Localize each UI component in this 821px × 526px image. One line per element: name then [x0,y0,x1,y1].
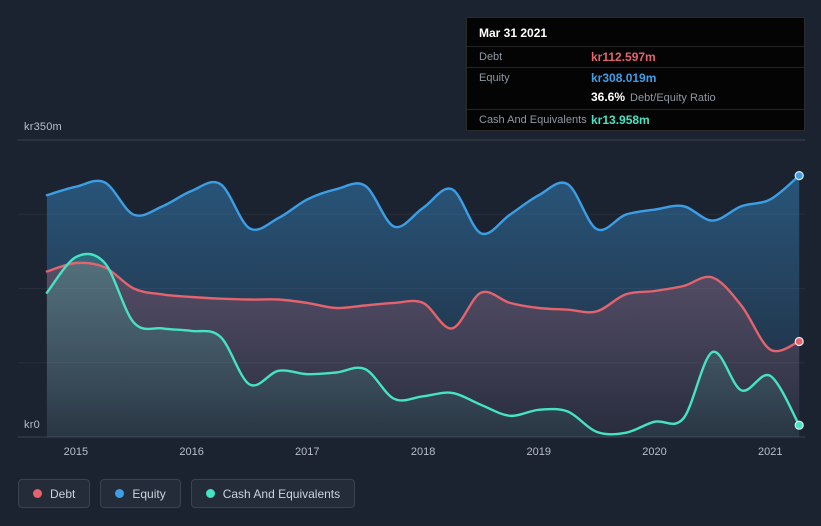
legend-cash-label: Cash And Equivalents [222,486,341,501]
debt-end-marker [794,336,804,347]
tooltip-row-ratio: 36.6% Debt/Equity Ratio [467,88,804,109]
tooltip-equity-value: kr308.019m [591,71,657,85]
legend-item-debt[interactable]: Debt [18,479,91,508]
tooltip-row-equity: Equity kr308.019m [467,67,804,88]
x-tick-2015: 2015 [63,446,89,458]
tooltip-row-cash: Cash And Equivalents kr13.958m [467,109,804,130]
x-tick-2019: 2019 [526,446,552,458]
equity-end-marker [794,170,804,181]
legend: Debt Equity Cash And Equivalents [18,479,356,508]
x-tick-2016: 2016 [179,446,204,458]
x-tick-2018: 2018 [410,446,436,458]
cash-legend-dot-icon [205,489,215,498]
legend-debt-label: Debt [50,486,76,501]
tooltip-date: Mar 31 2021 [479,26,548,40]
x-axis: 2015 2016 2017 2018 2019 2020 2021 [18,446,805,460]
tooltip-debt-label: Debt [479,51,503,63]
legend-item-cash[interactable]: Cash And Equivalents [190,479,356,508]
y-axis-label-top: kr350m [24,121,62,133]
chart-tooltip: Mar 31 2021 Debt kr112.597m Equity kr308… [466,17,805,131]
debt-legend-dot-icon [33,489,42,498]
tooltip-equity-label: Equity [479,72,510,84]
tooltip-debt-value: kr112.597m [591,50,656,64]
tooltip-cash-label: Cash And Equivalents [479,114,587,126]
tooltip-row-debt: Debt kr112.597m [467,46,804,67]
tooltip-ratio: 36.6% Debt/Equity Ratio [591,88,716,106]
legend-item-equity[interactable]: Equity [100,479,181,508]
tooltip-ratio-label: Debt/Equity Ratio [630,92,716,104]
tooltip-cash-value: kr13.958m [591,113,650,127]
debt-equity-history-panel: { "colors": { "background": "#1c2330", "… [0,0,821,526]
x-tick-2021: 2021 [758,446,783,458]
equity-legend-dot-icon [115,489,125,498]
chart-plot-area[interactable] [18,139,805,438]
cash-end-marker [794,420,804,430]
legend-equity-label: Equity [132,486,166,501]
tooltip-ratio-value: 36.6% [591,90,626,104]
x-tick-2017: 2017 [295,446,320,458]
chart-svg [18,139,805,438]
x-tick-2020: 2020 [642,446,667,458]
